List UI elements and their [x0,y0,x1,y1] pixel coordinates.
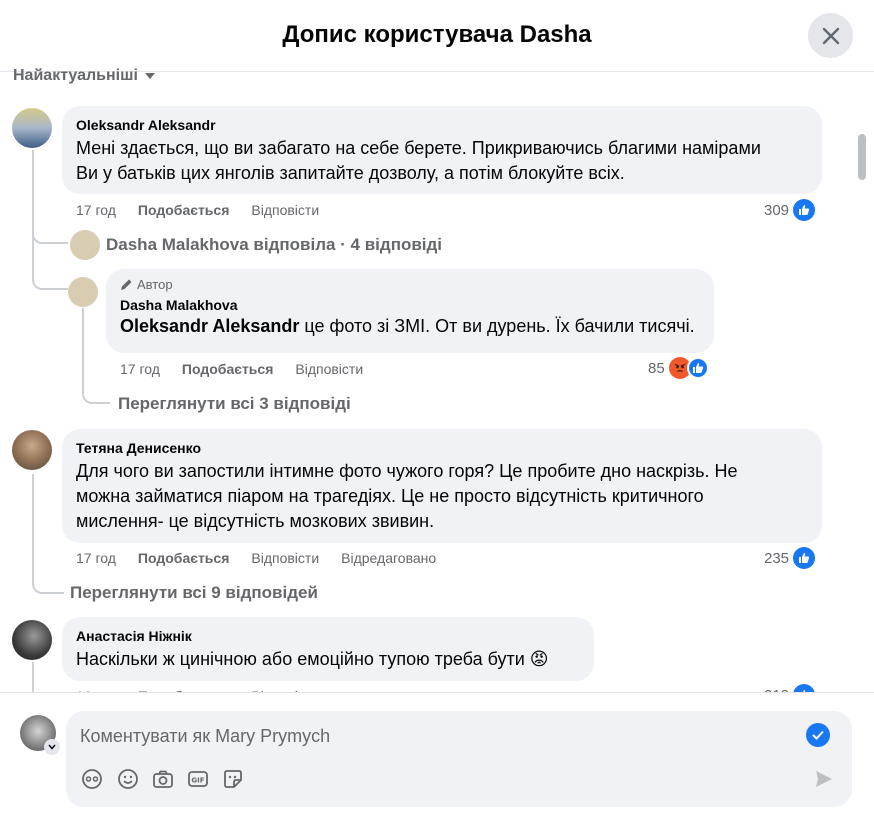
like-reaction-icon [686,357,709,379]
reaction-number: 309 [764,201,790,219]
reply-text-body: це фото зі ЗМІ. От ви дурень. Їх бачили … [299,316,695,336]
reply-button[interactable]: Відповісти [295,361,363,377]
avatar[interactable] [12,108,52,148]
comment-actions: 17 год Подобається Відповісти Відредагов… [76,550,436,566]
scrollbar[interactable] [858,134,866,180]
thread-line [32,150,34,280]
comment-composer: GIF [0,692,874,833]
thread-connector [32,570,64,594]
pencil-icon [121,279,132,290]
thread-connector [32,270,68,290]
thread-connector [32,220,68,244]
profile-switch-chevron[interactable] [44,739,60,755]
reply-button[interactable]: Відповісти [251,202,319,218]
comment-text-line: Наскільки ж цинічною або емоційно тупою … [76,649,549,669]
comment-author[interactable]: Oleksandr Aleksandr [76,116,808,134]
send-button[interactable] [812,767,836,791]
avatar[interactable] [12,620,52,660]
like-button[interactable]: Подобається [138,550,229,566]
verified-check[interactable] [806,723,830,747]
camera-button[interactable] [151,767,175,791]
comment-bubble: Oleksandr Aleksandr Мені здається, що ви… [62,106,822,194]
chevron-down-icon [48,744,56,750]
reply-text: Oleksandr Aleksandr це фото зі ЗМІ. От в… [120,314,700,339]
avatar[interactable] [12,430,52,470]
avatar[interactable] [68,277,98,307]
reply-time[interactable]: 17 год [120,361,160,377]
like-reaction-icon [793,199,816,221]
like-button[interactable]: Подобається [138,202,229,218]
comment-author[interactable]: Тетяна Денисенко [76,439,808,457]
author-badge: Автор [120,277,700,292]
edited-label[interactable]: Відредаговано [341,550,436,566]
view-all-replies[interactable]: Переглянути всі 9 відповідей [70,583,318,603]
checkmark-icon [812,730,824,740]
dialog-header: Допис користувача Dasha [0,0,874,72]
thread-line [32,474,34,574]
comment-text-line: мислення- це відсутність мозкових звивин… [76,511,435,531]
sticker-button[interactable] [221,767,245,791]
sort-dropdown[interactable]: Найактуальніші [13,67,156,85]
like-reaction-icon [793,547,816,569]
comment-time[interactable]: 17 год [76,550,116,566]
comment-bubble: Тетяна Денисенко Для чого ви запостили і… [62,429,822,543]
view-all-replies[interactable]: Переглянути всі 3 відповіді [118,394,351,414]
reply-author[interactable]: Dasha Malakhova [120,296,700,314]
reaction-number: 235 [764,549,790,567]
svg-text:GIF: GIF [191,777,204,785]
mention[interactable]: Oleksandr Aleksandr [120,316,299,336]
author-badge-label: Автор [137,277,173,292]
reaction-count[interactable]: 85 [648,357,709,379]
reply-bubble: Автор Dasha Malakhova Oleksandr Aleksand… [106,269,714,353]
reaction-count[interactable]: 235 [764,547,816,569]
comment-text-line: можна займатися піаром на трагедіях. Це … [76,486,704,506]
comment-input[interactable] [80,723,780,749]
sort-label: Найактуальніші [13,67,138,84]
avatar-sticker-icon [82,769,102,789]
comment-text-line: Ви у батьків цих янголів запитайте дозво… [76,163,625,183]
emoji-button[interactable] [116,767,140,791]
comment-box: GIF [66,711,852,807]
comment-actions: 17 год Подобається Відповісти [76,202,319,218]
reaction-number: 85 [648,359,665,377]
reaction-count[interactable]: 309 [764,199,816,221]
comment-time[interactable]: 17 год [76,202,116,218]
sticker-icon [224,770,242,788]
avatar[interactable] [70,230,100,260]
send-icon [816,771,832,787]
avatar-sticker-button[interactable] [80,767,104,791]
comment-text-line: Мені здається, що ви забагато на себе бе… [76,138,761,158]
dialog-title: Допис користувача Dasha [282,21,592,48]
caret-down-icon [144,73,155,79]
gif-button[interactable]: GIF [186,767,210,791]
comment-bubble: Анастасія Ніжнік Наскільки ж цинічною аб… [62,617,594,681]
comment-author[interactable]: Анастасія Ніжнік [76,627,580,645]
gif-icon: GIF [188,771,208,787]
thread-line [32,662,34,692]
reply-summary[interactable]: Dasha Malakhova відповіла · 4 відповіді [106,235,442,255]
like-button[interactable]: Подобається [182,361,273,377]
reply-button[interactable]: Відповісти [251,550,319,566]
reply-actions: 17 год Подобається Відповісти [120,361,363,377]
emoji-icon [118,769,138,789]
camera-icon [153,770,173,788]
comment-text-line: Для чого ви запостили інтимне фото чужог… [76,461,738,481]
close-button[interactable] [808,13,853,58]
close-icon [822,27,839,44]
